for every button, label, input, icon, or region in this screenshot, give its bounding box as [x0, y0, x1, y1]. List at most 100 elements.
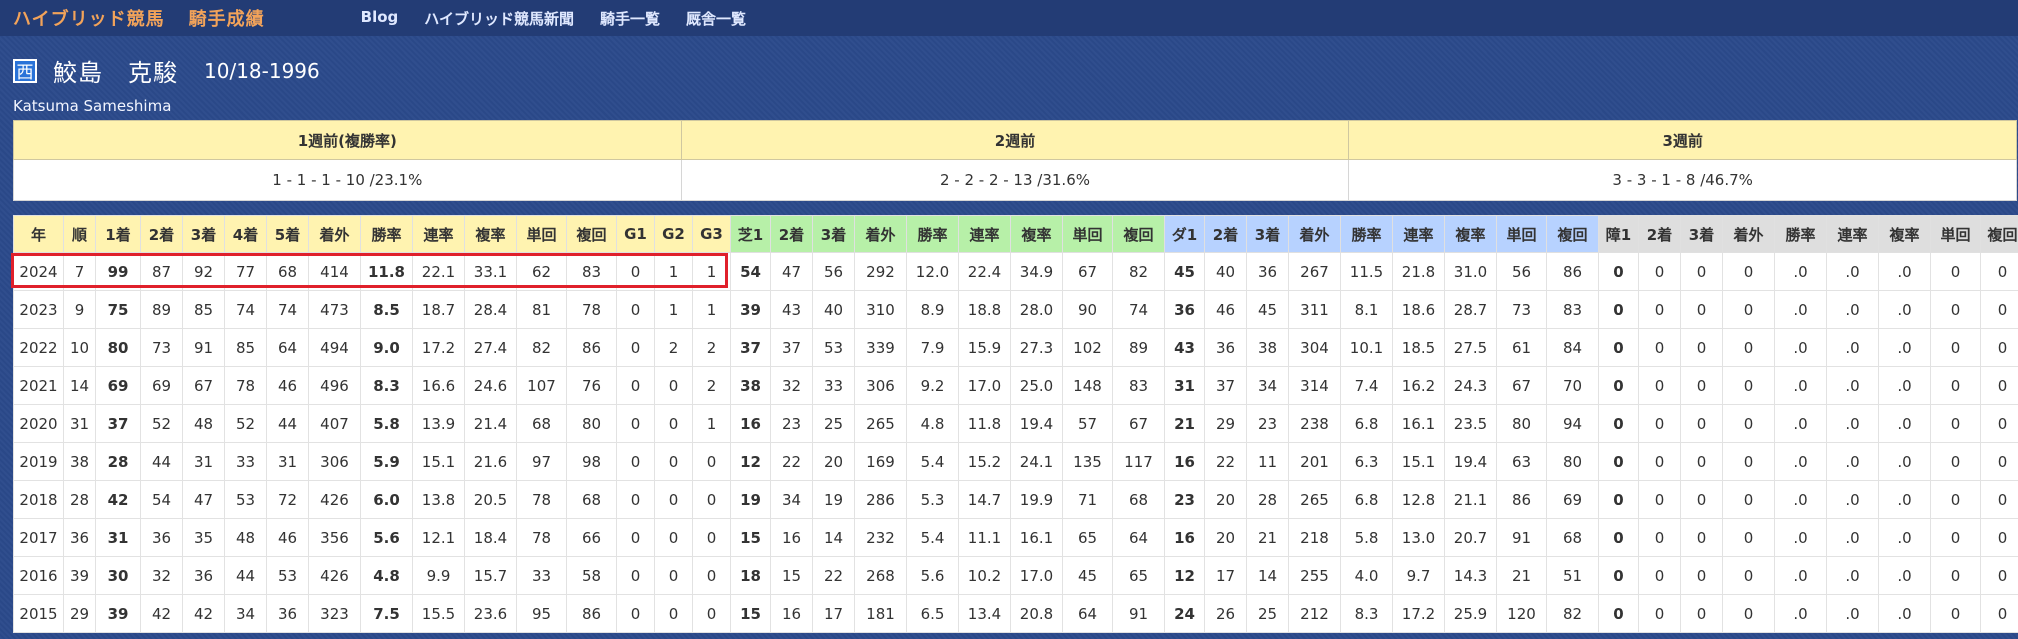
stats-cell: 268 — [854, 556, 907, 595]
stats-cell: 339 — [854, 328, 907, 367]
stats-cell: 31 — [266, 442, 309, 481]
stats-cell: 82 — [1112, 252, 1165, 291]
stats-cell: 0 — [1980, 366, 2018, 405]
stats-cell: 98 — [566, 442, 617, 481]
nav-stable-list-link[interactable]: 厩舎一覧 — [686, 8, 746, 29]
stats-cell: 0 — [1680, 556, 1723, 595]
stats-cell: 473 — [308, 290, 361, 329]
stats-cell: 27.3 — [1010, 328, 1063, 367]
stats-cell: 65 — [1062, 518, 1113, 557]
stats-cell: 86 — [566, 594, 617, 633]
stats-cell: 13.9 — [412, 404, 465, 443]
stats-cell: .0 — [1826, 252, 1879, 291]
stats-header-cell: 勝率 — [360, 215, 413, 253]
stats-cell: 45 — [1246, 290, 1289, 329]
yearly-stats-table: 年順 1着 2着 3着 4着 5着 着外 勝率 連率 複率 単回 複回 G1 G2 G3 芝1 2着 3着 着外 勝率… — [13, 215, 2018, 633]
stats-cell: 201 — [1288, 442, 1341, 481]
stats-header-row: 年順 1着 2着 3着 4着 5着 着外 勝率 連率 複率 単回 複回 G1 G2 G3 芝1 2着 3着 着外 勝率… — [13, 215, 2018, 253]
stats-cell: .0 — [1774, 404, 1827, 443]
stats-cell: 40 — [812, 290, 855, 329]
stats-header-cell: 3着 — [812, 215, 855, 253]
stats-cell: 46 — [266, 366, 309, 405]
stats-cell: 12.8 — [1392, 480, 1445, 519]
stats-cell: 496 — [308, 366, 361, 405]
stats-cell: 0 — [1930, 328, 1981, 367]
stats-cell: 44 — [140, 442, 183, 481]
stats-header-cell: 2着 — [1638, 215, 1681, 253]
stats-cell: 218 — [1288, 518, 1341, 557]
stats-cell: 0 — [616, 252, 655, 291]
stats-header-cell: 4着 — [224, 215, 267, 253]
stats-cell: 73 — [1496, 290, 1547, 329]
stats-header-cell: 着外 — [308, 215, 361, 253]
stats-cell: 24.3 — [1444, 366, 1497, 405]
stats-cell: 16.1 — [1392, 404, 1445, 443]
stats-cell: 76 — [566, 366, 617, 405]
stats-cell: 52 — [224, 404, 267, 443]
stats-cell: .0 — [1826, 442, 1879, 481]
stats-cell: 80 — [1496, 404, 1547, 443]
stats-cell: 66 — [566, 518, 617, 557]
stats-cell: 43 — [770, 290, 813, 329]
nav-newspaper-link[interactable]: ハイブリッド競馬新聞 — [424, 8, 574, 29]
stats-cell: 0 — [1598, 442, 1639, 481]
nav-blog-link[interactable]: Blog — [361, 8, 399, 29]
stats-cell: 292 — [854, 252, 907, 291]
stats-cell: 21 — [1496, 556, 1547, 595]
stats-cell: 0 — [1598, 556, 1639, 595]
stats-cell: 2 — [654, 328, 693, 367]
stats-cell: .0 — [1774, 480, 1827, 519]
stats-cell: 28.4 — [464, 290, 517, 329]
stats-cell: 314 — [1288, 366, 1341, 405]
stats-cell: 0 — [1680, 480, 1723, 519]
stats-header-cell: 連率 — [412, 215, 465, 253]
stats-cell: 86 — [1496, 480, 1547, 519]
stats-cell: .0 — [1878, 594, 1931, 633]
stats-header-cell: 芝1 — [730, 215, 771, 253]
stats-cell: 45 — [1164, 252, 1205, 291]
stats-cell: 14 — [812, 518, 855, 557]
stats-cell: 0 — [692, 518, 731, 557]
site-brand[interactable]: ハイブリッド競馬 — [13, 5, 165, 31]
stats-cell: .0 — [1826, 366, 1879, 405]
stats-cell: 36 — [140, 518, 183, 557]
stats-cell: 58 — [566, 556, 617, 595]
weekly-results-table: 1週前(複勝率) 2週前 3週前 1 - 1 - 1 - 10 /23.1% 2… — [13, 120, 2017, 201]
stats-cell: 0 — [1598, 480, 1639, 519]
stats-cell: 21.4 — [464, 404, 517, 443]
stats-cell: 286 — [854, 480, 907, 519]
stats-cell: 31 — [63, 404, 96, 443]
stats-cell: 18.6 — [1392, 290, 1445, 329]
stats-cell: 15 — [730, 518, 771, 557]
stats-cell: 52 — [140, 404, 183, 443]
nav-jockey-list-link[interactable]: 騎手一覧 — [600, 8, 660, 29]
stats-cell: 0 — [654, 556, 693, 595]
stats-cell: 30 — [95, 556, 141, 595]
stats-cell: 67 — [1062, 252, 1113, 291]
stats-cell: 40 — [1204, 252, 1247, 291]
stats-cell: 11.1 — [958, 518, 1011, 557]
weekly-value-2: 2 - 2 - 2 - 13 /31.6% — [680, 159, 1350, 201]
weekly-header-2: 2週前 — [680, 120, 1350, 160]
stats-cell: 169 — [854, 442, 907, 481]
stats-cell: 0 — [654, 518, 693, 557]
stats-cell: 117 — [1112, 442, 1165, 481]
stats-cell: 0 — [1598, 328, 1639, 367]
stats-cell: 323 — [308, 594, 361, 633]
stats-row: 2021 14 69 69 67 78 46 496 8.3 16.6 24.6 107 76 0 0 2 38… — [13, 366, 2018, 405]
stats-cell: 17 — [812, 594, 855, 633]
stats-cell: 18.7 — [412, 290, 465, 329]
stats-cell: 14 — [1246, 556, 1289, 595]
stats-cell: 37 — [770, 328, 813, 367]
stats-cell: 34 — [770, 480, 813, 519]
stats-cell: 67 — [1112, 404, 1165, 443]
stats-cell: 0 — [1638, 404, 1681, 443]
stats-cell: 28 — [63, 480, 96, 519]
stats-cell: 5.8 — [1340, 518, 1393, 557]
stats-cell: 14.7 — [958, 480, 1011, 519]
stats-header-cell: 複率 — [1444, 215, 1497, 253]
stats-cell: 56 — [812, 252, 855, 291]
stats-row: 2016 39 30 32 36 44 53 426 4.8 9.9 15.7 33 58 0 0 0 18 15… — [13, 556, 2018, 595]
stats-cell: 0 — [1680, 366, 1723, 405]
stats-cell: 0 — [616, 594, 655, 633]
